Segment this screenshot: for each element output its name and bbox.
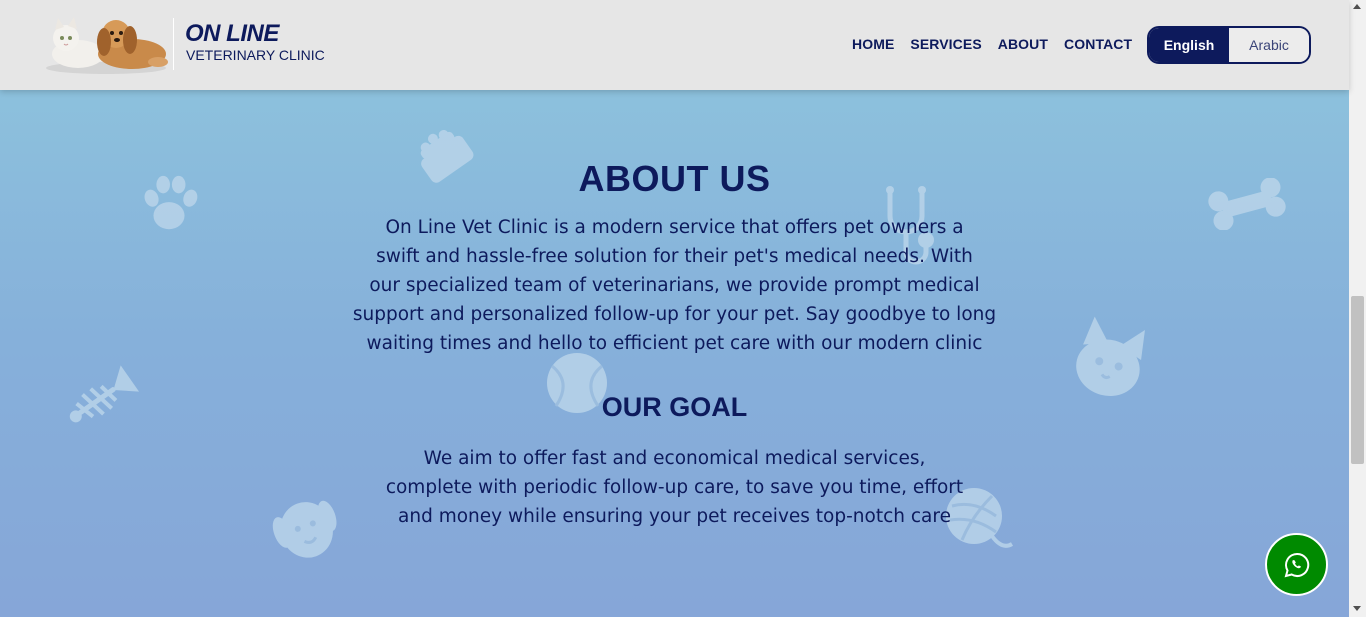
about-line: waiting times and hello to efficient pet… — [366, 333, 983, 354]
page: ON LINE VETERINARY CLINIC HOME SERVICES … — [0, 0, 1349, 617]
brand-title[interactable]: ON LINE — [185, 20, 279, 48]
nav-contact[interactable]: CONTACT — [1064, 36, 1132, 52]
about-line: our specialized team of veterinarians, w… — [369, 275, 980, 296]
about-us-paragraph: On Line Vet Clinic is a modern service t… — [0, 213, 1349, 358]
scroll-down-arrow-icon[interactable] — [1353, 606, 1361, 611]
about-us-heading: ABOUT US — [578, 158, 771, 199]
scrollbar-thumb[interactable] — [1351, 296, 1364, 464]
goal-line: We aim to offer fast and economical medi… — [423, 448, 926, 469]
about-line: On Line Vet Clinic is a modern service t… — [385, 217, 964, 238]
lang-english-button[interactable]: English — [1149, 28, 1229, 62]
language-switch: English Arabic — [1147, 26, 1311, 64]
whatsapp-icon — [1284, 552, 1309, 577]
goal-line: complete with periodic follow-up care, t… — [385, 477, 964, 498]
about-line: swift and hassle-free solution for their… — [376, 246, 973, 267]
goal-line: and money while ensuring your pet receiv… — [398, 506, 951, 527]
main-nav: HOME SERVICES ABOUT CONTACT — [852, 36, 1148, 52]
brand-subtitle: VETERINARY CLINIC — [186, 47, 325, 63]
scroll-up-arrow-icon[interactable] — [1353, 4, 1361, 9]
nav-home[interactable]: HOME — [852, 36, 894, 52]
nav-about[interactable]: ABOUT — [998, 36, 1048, 52]
our-goal-heading: OUR GOAL — [601, 392, 748, 422]
whatsapp-button[interactable] — [1265, 533, 1328, 596]
our-goal-paragraph: We aim to offer fast and economical medi… — [0, 444, 1349, 531]
site-header: ON LINE VETERINARY CLINIC HOME SERVICES … — [0, 0, 1349, 90]
about-line: support and personalized follow-up for y… — [352, 304, 997, 325]
nav-services[interactable]: SERVICES — [910, 36, 981, 52]
logo-pets-image[interactable] — [40, 12, 172, 76]
lang-arabic-button[interactable]: Arabic — [1229, 28, 1309, 62]
logo-divider — [173, 18, 174, 70]
